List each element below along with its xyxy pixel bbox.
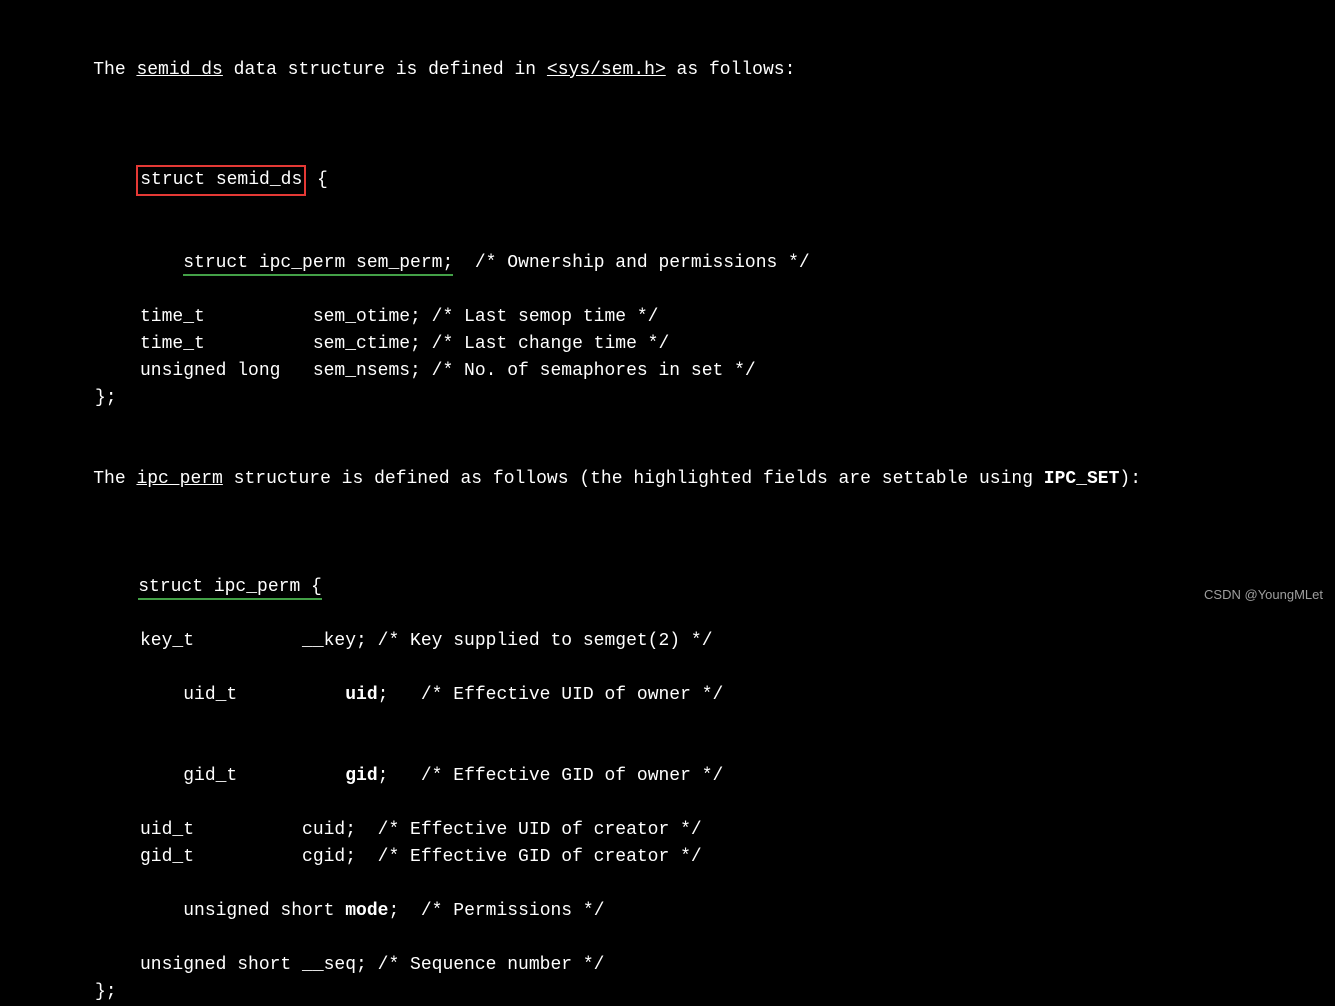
text: The — [93, 60, 136, 80]
text: as follows: — [666, 60, 796, 80]
text: structure is defined as follows (the hig… — [223, 469, 1044, 489]
struct-field: key_t __key; /* Key supplied to semget(2… — [50, 628, 1285, 655]
text: { — [306, 170, 328, 190]
semid-ds-ref: semid ds — [136, 60, 222, 80]
struct-field: unsigned long sem_nsems; /* No. of semap… — [50, 358, 1285, 385]
struct-ipc-perm-decl: struct ipc_perm { — [50, 547, 1285, 628]
field-name: uid — [345, 685, 377, 705]
ipc-set-const: IPC_SET — [1044, 469, 1120, 489]
struct-close: }; — [50, 385, 1285, 412]
struct-field: struct ipc_perm sem_perm; /* Ownership a… — [50, 223, 1285, 304]
struct-field: unsigned short __seq; /* Sequence number… — [50, 952, 1285, 979]
ipc-perm-ref: ipc perm — [136, 469, 222, 489]
struct-field: gid_t gid; /* Effective GID of owner */ — [50, 736, 1285, 817]
intro-line-1: The semid ds data structure is defined i… — [50, 30, 1285, 111]
type: unsigned short — [183, 901, 345, 921]
comment: ; /* Effective UID of owner */ — [378, 685, 724, 705]
struct-field: unsigned short mode; /* Permissions */ — [50, 871, 1285, 952]
watermark: CSDN @YoungMLet — [1204, 585, 1323, 605]
type: gid_t — [183, 766, 345, 786]
field-name: gid — [345, 766, 377, 786]
struct-field: gid_t cgid; /* Effective GID of creator … — [50, 844, 1285, 871]
struct-semid-ds-decl: struct semid_ds { — [50, 138, 1285, 223]
struct-field: uid_t cuid; /* Effective UID of creator … — [50, 817, 1285, 844]
comment: ; /* Permissions */ — [388, 901, 604, 921]
struct-field: time_t sem_ctime; /* Last change time */ — [50, 331, 1285, 358]
manpage-content: The semid ds data structure is defined i… — [50, 30, 1285, 1006]
highlight-green-underline: struct ipc_perm { — [138, 577, 322, 600]
text: ): — [1119, 469, 1141, 489]
struct-field: uid_t uid; /* Effective UID of owner */ — [50, 655, 1285, 736]
highlight-green-underline: struct ipc_perm sem_perm; — [183, 253, 453, 276]
comment: ; /* Effective GID of owner */ — [378, 766, 724, 786]
highlight-red-box: struct semid_ds — [136, 165, 306, 196]
text: data structure is defined in — [223, 60, 547, 80]
header-ref: <sys/sem.h> — [547, 60, 666, 80]
text: The — [93, 469, 136, 489]
field-name: mode — [345, 901, 388, 921]
struct-close: }; — [50, 979, 1285, 1006]
intro-line-2: The ipc perm structure is defined as fol… — [50, 439, 1285, 520]
comment: /* Ownership and permissions */ — [453, 253, 809, 273]
struct-field: time_t sem_otime; /* Last semop time */ — [50, 304, 1285, 331]
type: uid_t — [183, 685, 345, 705]
